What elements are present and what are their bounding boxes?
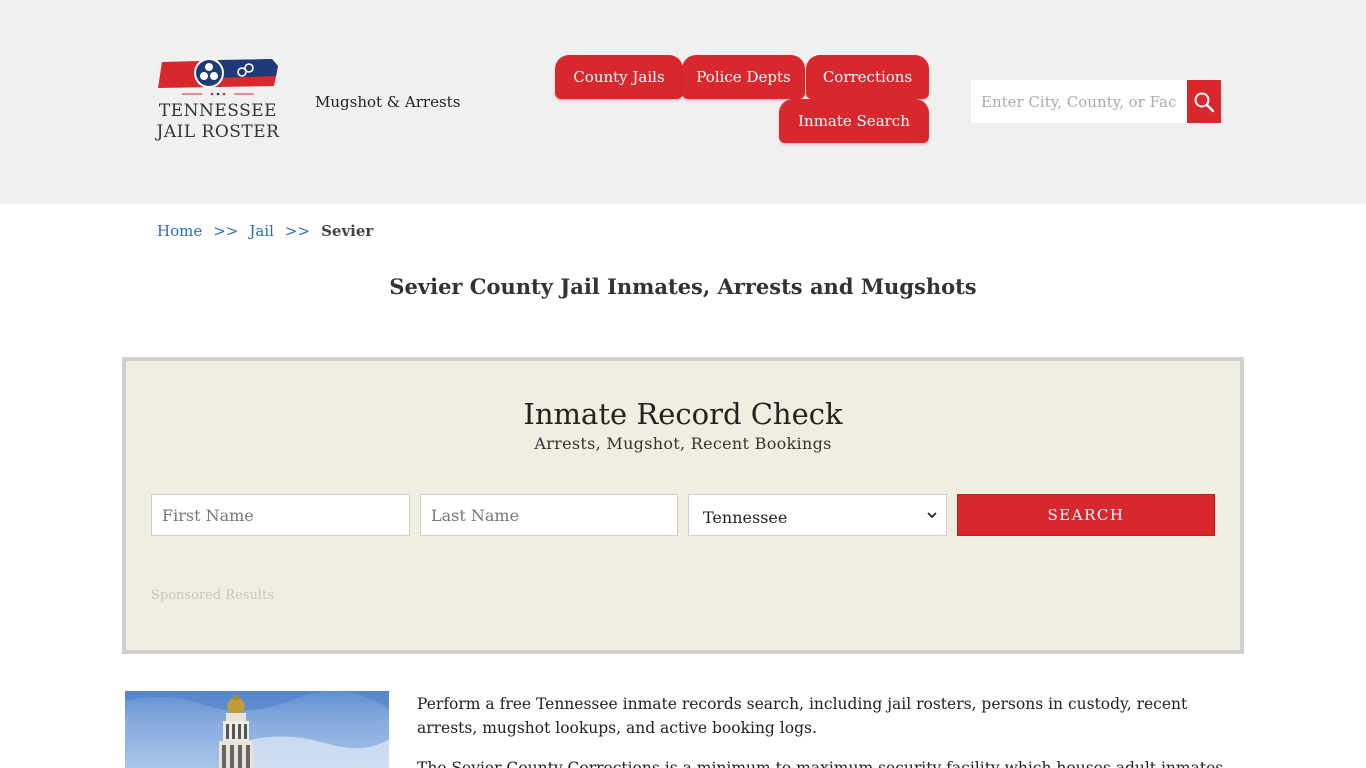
record-check-subtitle: Arrests, Mugshot, Recent Bookings <box>534 434 832 453</box>
chevron-down-icon <box>927 512 937 519</box>
facility-paragraph: The Sevier County Corrections is a minim… <box>417 759 1224 768</box>
record-check-title: Inmate Record Check <box>523 397 843 431</box>
nav-corrections[interactable]: Corrections <box>806 55 929 99</box>
sponsored-results-label: Sponsored Results <box>151 588 274 603</box>
last-name-input[interactable] <box>420 494 678 536</box>
nav-county-jails[interactable]: County Jails <box>555 55 683 99</box>
state-select-value: Tennessee <box>703 507 788 527</box>
inmate-record-check-panel: Inmate Record Check Arrests, Mugshot, Re… <box>122 357 1244 654</box>
logo-line-1: TENNESSEE <box>158 101 278 121</box>
site-logo[interactable]: TENNESSEE JAIL ROSTER <box>154 56 282 148</box>
first-name-input[interactable] <box>151 494 410 536</box>
capitol-tower-illustration <box>125 691 389 768</box>
breadcrumb-separator: >> <box>213 222 239 240</box>
header-search-button[interactable] <box>1187 80 1221 123</box>
page-title: Sevier County Jail Inmates, Arrests and … <box>389 274 977 299</box>
breadcrumb-current: Sevier <box>321 222 374 240</box>
breadcrumb-jail[interactable]: Jail <box>249 222 274 240</box>
intro-paragraph: Perform a free Tennessee inmate records … <box>417 695 1188 737</box>
site-tagline: Mugshot & Arrests <box>315 93 461 111</box>
capitol-building-image <box>125 691 389 768</box>
breadcrumb: Home >> Jail >> Sevier <box>157 222 373 240</box>
site-header: TENNESSEE JAIL ROSTER Mugshot & Arrests … <box>0 0 1366 204</box>
search-icon <box>1194 92 1215 112</box>
logo-line-2: JAIL ROSTER <box>156 122 280 142</box>
nav-inmate-search[interactable]: Inmate Search <box>779 99 929 143</box>
tennessee-flag-logo-icon <box>158 58 278 96</box>
search-submit-button[interactable]: SEARCH <box>957 494 1215 536</box>
breadcrumb-separator: >> <box>284 222 311 240</box>
state-select[interactable]: Tennessee <box>688 494 947 536</box>
header-search-input[interactable] <box>971 80 1187 123</box>
breadcrumb-home[interactable]: Home <box>157 222 202 240</box>
nav-police-depts[interactable]: Police Depts <box>682 55 805 99</box>
